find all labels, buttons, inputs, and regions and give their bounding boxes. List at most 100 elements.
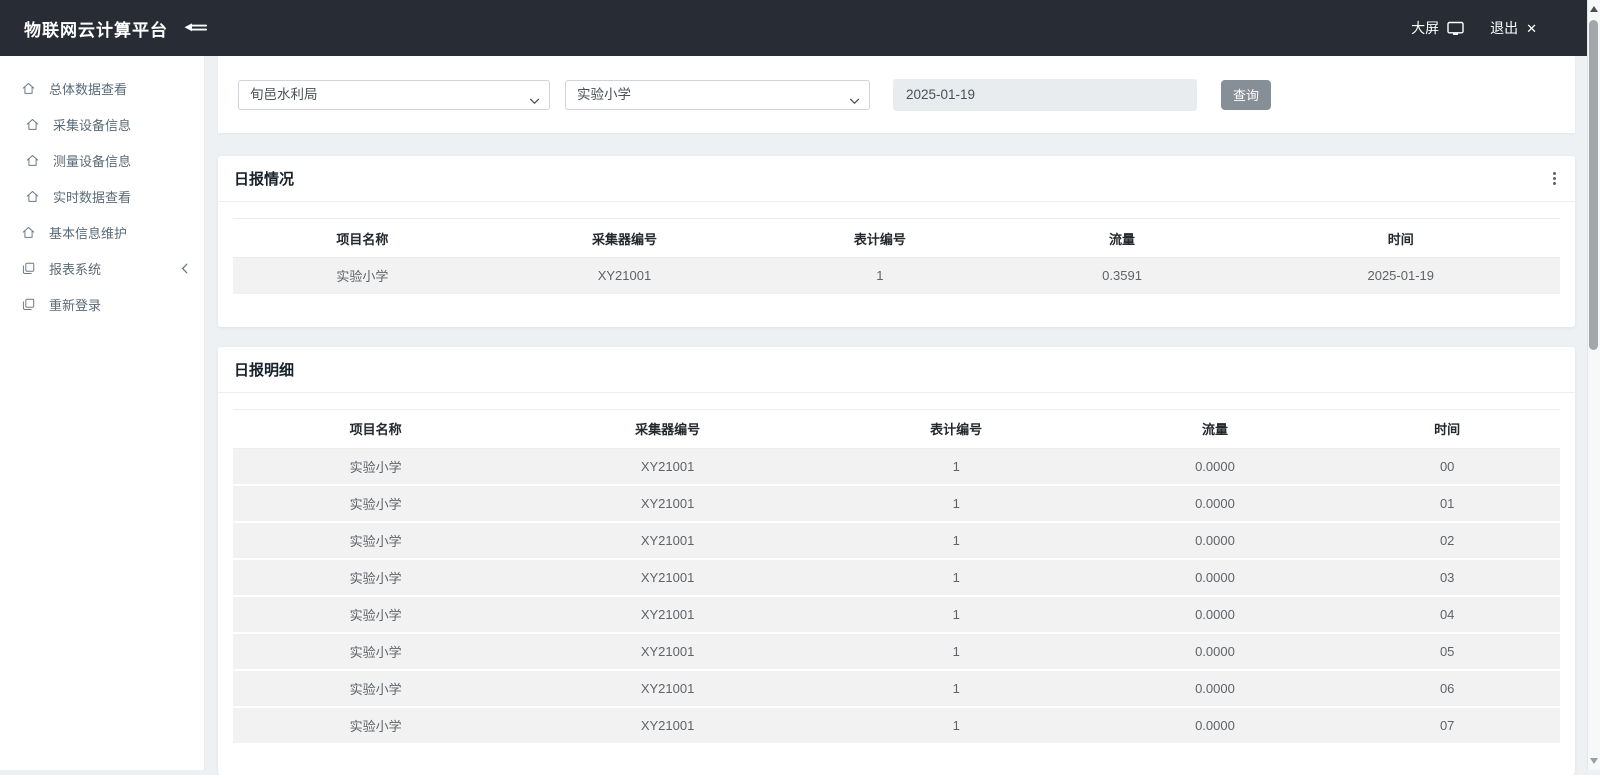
table-cell: 实验小学	[233, 522, 518, 559]
table-cell: 1	[817, 448, 1096, 485]
main-content: 旬邑水利局 实验小学 查询 日报情况 项目名称采集器编号表计编号流量时间	[205, 56, 1600, 775]
filter-bar: 旬邑水利局 实验小学 查询	[218, 56, 1575, 133]
sidebar-item-label: 总体数据查看	[49, 79, 127, 98]
table-cell: 0.0000	[1096, 485, 1335, 522]
table-cell: 0.0000	[1096, 670, 1335, 707]
sidebar-item-collector-device[interactable]: 采集设备信息	[0, 106, 204, 142]
table-cell: 实验小学	[233, 258, 492, 295]
kebab-menu-icon[interactable]	[1550, 169, 1559, 188]
column-header: 采集器编号	[492, 219, 757, 258]
table-row: 实验小学XY2100110.000004	[233, 596, 1560, 633]
table-cell: 实验小学	[233, 707, 518, 744]
table-cell: 1	[817, 633, 1096, 670]
app-title: 物联网云计算平台	[24, 16, 168, 41]
page-scrollbar[interactable]	[1587, 0, 1600, 770]
sidebar-item-relogin[interactable]: 重新登录	[0, 286, 204, 322]
sidebar-item-report-system[interactable]: 报表系统	[0, 250, 204, 286]
column-header: 项目名称	[233, 219, 492, 258]
sidebar-item-label: 采集设备信息	[53, 115, 131, 134]
daily-detail-card-body: 项目名称采集器编号表计编号流量时间 实验小学XY2100110.000000实验…	[218, 393, 1575, 775]
table-cell: 03	[1334, 559, 1560, 596]
table-cell: 2025-01-19	[1241, 258, 1560, 295]
sidebar-item-measure-device[interactable]: 测量设备信息	[0, 142, 204, 178]
sidebar-item-label: 测量设备信息	[53, 151, 131, 170]
logout-link[interactable]: 退出 ✕	[1490, 18, 1537, 38]
table-cell: 0.0000	[1096, 707, 1335, 744]
home-icon	[25, 189, 40, 204]
daily-detail-table: 项目名称采集器编号表计编号流量时间 实验小学XY2100110.000000实验…	[233, 409, 1560, 746]
column-header: 流量	[1003, 219, 1242, 258]
daily-detail-table-head: 项目名称采集器编号表计编号流量时间	[233, 409, 1560, 448]
scroll-up-arrow[interactable]	[1590, 6, 1598, 12]
table-cell: 1	[817, 559, 1096, 596]
project-select-wrap: 实验小学	[565, 80, 870, 110]
table-cell: 00	[1334, 448, 1560, 485]
column-header: 表计编号	[817, 409, 1096, 448]
table-cell: 02	[1334, 522, 1560, 559]
table-cell: 1	[817, 707, 1096, 744]
sidebar-item-realtime-data[interactable]: 实时数据查看	[0, 178, 204, 214]
table-cell: XY21001	[518, 448, 817, 485]
table-row: 实验小学XY2100110.000003	[233, 559, 1560, 596]
table-cell: XY21001	[518, 707, 817, 744]
header-right: 大屏 退出 ✕	[1411, 18, 1600, 38]
scrollbar-thumb[interactable]	[1589, 20, 1598, 350]
bureau-select[interactable]: 旬邑水利局	[238, 80, 550, 110]
daily-detail-table-body: 实验小学XY2100110.000000实验小学XY2100110.000001…	[233, 448, 1560, 744]
table-row: 实验小学XY2100110.000006	[233, 670, 1560, 707]
table-cell: 0.0000	[1096, 596, 1335, 633]
column-header: 流量	[1096, 409, 1335, 448]
table-cell: 实验小学	[233, 596, 518, 633]
table-cell: XY21001	[518, 633, 817, 670]
table-cell: 07	[1334, 707, 1560, 744]
scroll-down-arrow[interactable]	[1590, 758, 1598, 764]
table-cell: 实验小学	[233, 633, 518, 670]
home-icon	[25, 153, 40, 168]
sidebar-item-label: 重新登录	[49, 295, 101, 314]
table-row: 实验小学XY2100110.000005	[233, 633, 1560, 670]
bigscreen-link[interactable]: 大屏	[1411, 18, 1464, 38]
column-header: 表计编号	[757, 219, 1002, 258]
table-cell: XY21001	[518, 596, 817, 633]
table-cell: XY21001	[518, 670, 817, 707]
menu-fold-icon[interactable]	[183, 20, 209, 36]
sidebar-item-label: 实时数据查看	[53, 187, 131, 206]
home-icon	[21, 225, 36, 240]
sidebar: 总体数据查看 采集设备信息 测量设备信息 实时数据查看 基本信息维护 报表系统 …	[0, 56, 205, 770]
table-cell: 实验小学	[233, 448, 518, 485]
table-row: 实验小学XY2100110.000007	[233, 707, 1560, 744]
column-header: 采集器编号	[518, 409, 817, 448]
daily-report-card-header: 日报情况	[218, 156, 1575, 202]
table-row: 实验小学XY2100110.000002	[233, 522, 1560, 559]
table-cell: 1	[817, 522, 1096, 559]
app-header: 物联网云计算平台 大屏 退出 ✕	[0, 0, 1600, 56]
table-cell: 0.3591	[1003, 258, 1242, 295]
table-cell: 实验小学	[233, 559, 518, 596]
daily-detail-title: 日报明细	[234, 359, 294, 380]
copy-icon	[21, 297, 36, 312]
date-input[interactable]	[893, 79, 1197, 111]
table-cell: 1	[817, 485, 1096, 522]
project-select[interactable]: 实验小学	[565, 80, 870, 110]
table-cell: 实验小学	[233, 670, 518, 707]
home-icon	[21, 81, 36, 96]
table-cell: 1	[817, 670, 1096, 707]
daily-report-table-head: 项目名称采集器编号表计编号流量时间	[233, 219, 1560, 258]
query-button[interactable]: 查询	[1221, 80, 1271, 110]
table-cell: 实验小学	[233, 485, 518, 522]
sidebar-item-overall-data[interactable]: 总体数据查看	[0, 70, 204, 106]
table-cell: 1	[817, 596, 1096, 633]
daily-report-card: 日报情况 项目名称采集器编号表计编号流量时间 实验小学XY2100110.359…	[218, 156, 1575, 327]
monitor-icon	[1447, 21, 1464, 36]
table-cell: 0.0000	[1096, 633, 1335, 670]
table-row: 实验小学XY2100110.35912025-01-19	[233, 258, 1560, 295]
home-icon	[25, 117, 40, 132]
column-header: 项目名称	[233, 409, 518, 448]
sidebar-item-label: 报表系统	[49, 259, 101, 278]
table-cell: 05	[1334, 633, 1560, 670]
table-cell: XY21001	[518, 559, 817, 596]
table-cell: 01	[1334, 485, 1560, 522]
table-cell: XY21001	[518, 522, 817, 559]
daily-detail-card: 日报明细 项目名称采集器编号表计编号流量时间 实验小学XY2100110.000…	[218, 347, 1575, 775]
sidebar-item-basic-info[interactable]: 基本信息维护	[0, 214, 204, 250]
